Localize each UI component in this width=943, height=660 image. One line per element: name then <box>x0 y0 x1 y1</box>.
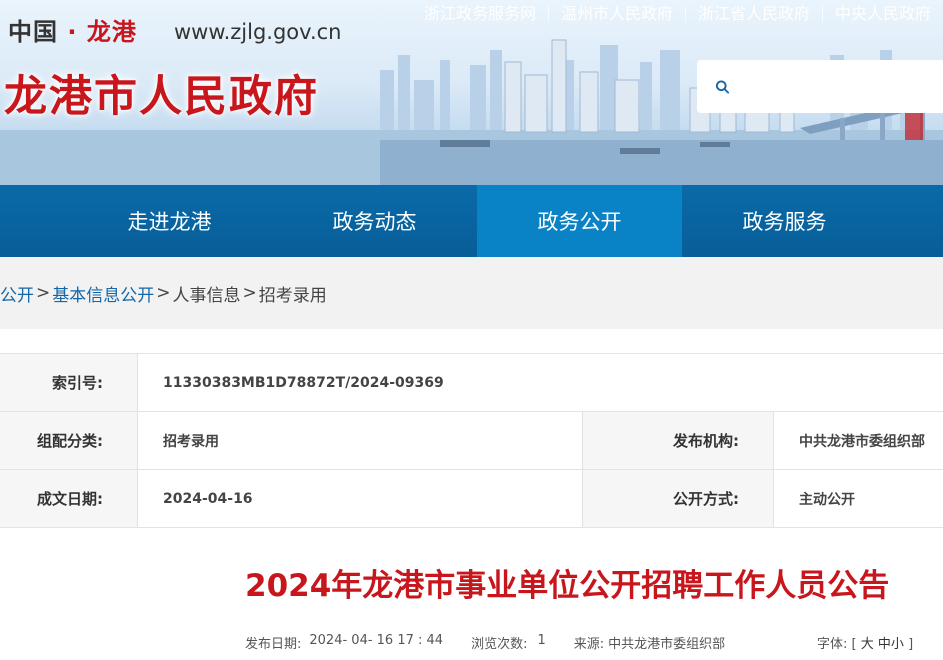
publisher-value: 中共龙港市委组织部 <box>799 433 925 450</box>
font-size-large-button[interactable]: 大 <box>861 637 874 652</box>
site-name-part2: 龙港 <box>86 18 137 46</box>
category-value: 招考录用 <box>138 412 583 469</box>
info-row-date: 成文日期: 2024-04-16 公开方式: 主动公开 <box>0 469 943 528</box>
font-size-medium-button[interactable]: 中 <box>878 637 891 652</box>
publish-date-value: 2024- 04- 16 17 : 44 <box>309 633 444 648</box>
top-links: 浙江政务服务网 温州市人民政府 浙江省人民政府 中央人民政府 <box>412 0 943 28</box>
publisher-label: 发布机构: <box>583 412 774 469</box>
nav-item-news[interactable]: 政务动态 <box>272 185 477 257</box>
breadcrumb-separator: > <box>242 283 257 303</box>
top-link-central[interactable]: 中央人民政府 <box>821 6 943 22</box>
mode-value: 主动公开 <box>799 491 855 508</box>
source-label: 来源: <box>573 637 605 652</box>
breadcrumb-separator: > <box>156 283 171 303</box>
nav-item-services[interactable]: 政务服务 <box>682 185 887 257</box>
breadcrumb: 公开 > 基本信息公开 > 人事信息 > 招考录用 <box>0 257 943 329</box>
font-size-control: 字体: [ 大 中小 ] <box>817 633 913 652</box>
breadcrumb-item-open[interactable]: 公开 <box>0 281 34 306</box>
info-row-category: 组配分类: 招考录用 发布机构: 中共龙港市委组织部 <box>0 411 943 469</box>
search-icon[interactable] <box>715 75 730 99</box>
nav-item-open-gov[interactable]: 政务公开 <box>477 185 682 257</box>
article-title: 2024年龙港市事业单位公开招聘工作人员公告 <box>245 568 890 604</box>
info-row-index: 索引号: 11330383MB1D78872T/2024-09369 <box>0 353 943 411</box>
index-value: 11330383MB1D78872T/2024-09369 <box>163 374 444 391</box>
article-meta: 发布日期: 2024- 04- 16 17 : 44 浏览次数: 1 来源: 中… <box>245 633 725 652</box>
site-name-part1: 中国 <box>8 18 58 46</box>
site-name-dot: · <box>58 18 87 46</box>
index-label: 索引号: <box>0 354 138 411</box>
nav-item-about[interactable]: 走进龙港 <box>67 185 272 257</box>
date-value: 2024-04-16 <box>138 470 583 527</box>
search-input[interactable] <box>740 65 943 108</box>
breadcrumb-item-recruitment: 招考录用 <box>258 285 327 306</box>
views-value: 1 <box>537 633 546 648</box>
mode-label: 公开方式: <box>583 470 774 527</box>
top-link-zhejiang[interactable]: 浙江省人民政府 <box>684 6 822 22</box>
breadcrumb-item-personnel[interactable]: 人事信息 <box>173 281 241 306</box>
top-link-wenzhou[interactable]: 温州市人民政府 <box>547 6 685 22</box>
font-bracket-close: ] <box>908 637 914 652</box>
site-name-small: 中国 · 龙港 <box>8 12 137 47</box>
site-url: www.zjlg.gov.cn <box>174 20 342 44</box>
search-box <box>697 60 943 113</box>
main-nav: 走进龙港 政务动态 政务公开 政务服务 <box>0 185 943 257</box>
header-banner: 中国 · 龙港 www.zjlg.gov.cn 龙港市人民政府 浙江政务服务网 … <box>0 0 943 185</box>
date-label: 成文日期: <box>0 470 138 527</box>
top-link-zjzwfw[interactable]: 浙江政务服务网 <box>412 6 548 22</box>
font-size-small-button[interactable]: 小 <box>891 637 904 652</box>
category-label: 组配分类: <box>0 412 138 469</box>
site-title: 龙港市人民政府 <box>4 72 319 122</box>
publish-date-label: 发布日期: <box>245 637 302 652</box>
views-label: 浏览次数: <box>471 637 528 652</box>
font-size-label: 字体: <box>817 637 848 652</box>
document-info-table: 索引号: 11330383MB1D78872T/2024-09369 组配分类:… <box>0 353 943 528</box>
breadcrumb-separator: > <box>36 283 51 303</box>
source-value: 中共龙港市委组织部 <box>608 637 726 652</box>
font-bracket-open: [ <box>851 637 857 652</box>
breadcrumb-item-basic-info[interactable]: 基本信息公开 <box>52 281 154 306</box>
